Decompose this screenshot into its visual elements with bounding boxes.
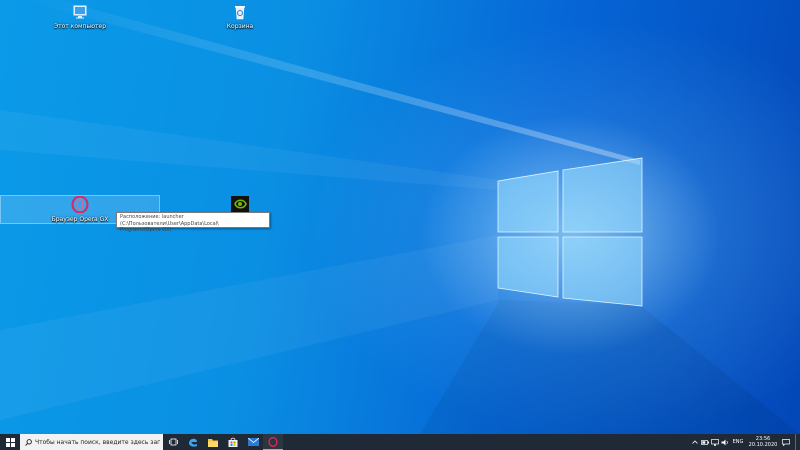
windows-logo (497, 157, 643, 307)
recycle-bin-icon (235, 6, 245, 20)
tooltip-line: Programs\Opera GX) (120, 227, 172, 233)
desktop-icon-label: Браузер Opera GX (51, 216, 109, 223)
desktop-icon-this-pc[interactable]: Этот компьютер (50, 4, 110, 30)
speaker-icon (721, 439, 728, 445)
battery-button[interactable] (700, 434, 710, 450)
task-view-icon (168, 438, 178, 446)
tooltip: Расположение: launcher (C:\Пользователи\… (116, 212, 270, 233)
opera-gx-icon (268, 436, 278, 447)
volume-button[interactable] (720, 434, 730, 450)
windows-start-icon (5, 437, 15, 447)
mail-icon (247, 438, 259, 446)
language-indicator[interactable]: ENG (730, 434, 746, 450)
action-center-icon (782, 438, 790, 446)
desktop-icon-label: Корзина (226, 23, 254, 30)
desktop-icon-opera-gx[interactable]: Браузер Opera GX (50, 196, 110, 223)
search-box[interactable] (20, 434, 163, 450)
search-icon (25, 438, 32, 446)
taskbar: ENG 23:56 20.10.2020 (0, 434, 800, 450)
file-explorer-icon (208, 438, 218, 447)
store-button[interactable] (223, 434, 243, 450)
clock-date: 20.10.2020 (748, 442, 778, 448)
desktop[interactable]: Этот компьютер Корзина Браузер Opera GX … (0, 0, 800, 434)
system-tray: ENG 23:56 20.10.2020 (690, 434, 800, 450)
mail-button[interactable] (243, 434, 263, 450)
search-input[interactable] (32, 438, 160, 446)
start-button[interactable] (0, 434, 20, 450)
task-view-button[interactable] (163, 434, 183, 450)
this-pc-icon (73, 5, 87, 19)
clock[interactable]: 23:56 20.10.2020 (746, 434, 780, 450)
show-hidden-icons-button[interactable] (690, 434, 700, 450)
battery-icon (701, 439, 709, 445)
opera-gx-icon (71, 196, 89, 213)
store-icon (228, 437, 238, 447)
file-explorer-button[interactable] (203, 434, 223, 450)
edge-button[interactable] (183, 434, 203, 450)
notifications-button[interactable] (780, 434, 792, 450)
edge-icon (189, 438, 197, 447)
show-desktop-button[interactable] (795, 434, 800, 450)
nvidia-icon (231, 196, 249, 212)
network-button[interactable] (710, 434, 720, 450)
tooltip-line: Расположение: launcher (C:\Пользователи\… (120, 214, 219, 227)
opera-gx-taskbar-button[interactable] (263, 434, 283, 450)
chevron-up-icon (692, 440, 698, 444)
desktop-icon-label: Этот компьютер (53, 23, 107, 30)
network-icon (711, 438, 719, 446)
desktop-icon-recycle-bin[interactable]: Корзина (210, 4, 270, 30)
